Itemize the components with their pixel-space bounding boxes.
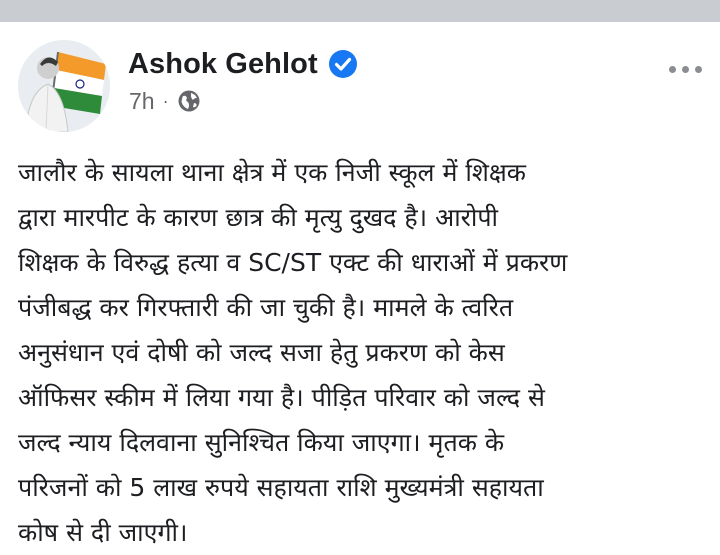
more-dot-icon	[682, 66, 689, 73]
author-avatar[interactable]	[18, 40, 110, 132]
post-text-line: शिक्षक के विरुद्ध हत्या व SC/ST एक्ट की …	[18, 248, 568, 277]
more-options-icon[interactable]	[665, 62, 706, 77]
post-text-line: ऑफिसर स्कीम में लिया गया है। पीड़ित परिव…	[18, 383, 545, 412]
verified-badge-icon	[328, 49, 358, 79]
more-dot-icon	[695, 66, 702, 73]
post-text-line: कोष से दी जाएगी।	[18, 518, 188, 547]
avatar-image	[18, 40, 110, 132]
meta-separator: ·	[162, 91, 169, 111]
post-text-line: अनुसंधान एवं दोषी को जल्द सजा हेतु प्रकर…	[18, 338, 505, 367]
more-dot-icon	[669, 66, 676, 73]
top-divider-bar	[0, 0, 720, 22]
post-text-line: परिजनों को 5 लाख रुपये सहायता राशि मुख्य…	[18, 473, 544, 502]
author-name[interactable]: Ashok Gehlot	[128, 48, 318, 81]
post-timestamp[interactable]: 7h	[129, 88, 155, 115]
author-row: Ashok Gehlot	[128, 46, 358, 82]
post-body: जालौर के सायला थाना क्षेत्र में एक निजी …	[18, 150, 708, 555]
post-text-line: द्वारा मारपीट के कारण छात्र की मृत्यु दु…	[18, 203, 499, 232]
post-text-line: जालौर के सायला थाना क्षेत्र में एक निजी …	[18, 158, 526, 187]
post-meta: 7h ·	[129, 86, 201, 116]
globe-icon[interactable]	[177, 89, 201, 113]
post-text-line: जल्द न्याय दिलवाना सुनिश्चित किया जाएगा।…	[18, 428, 505, 457]
post-text-line: पंजीबद्ध कर गिरफ्तारी की जा चुकी है। माम…	[18, 293, 514, 322]
post-card: Ashok Gehlot 7h · जालौर के सायला थाना क्…	[0, 22, 720, 547]
